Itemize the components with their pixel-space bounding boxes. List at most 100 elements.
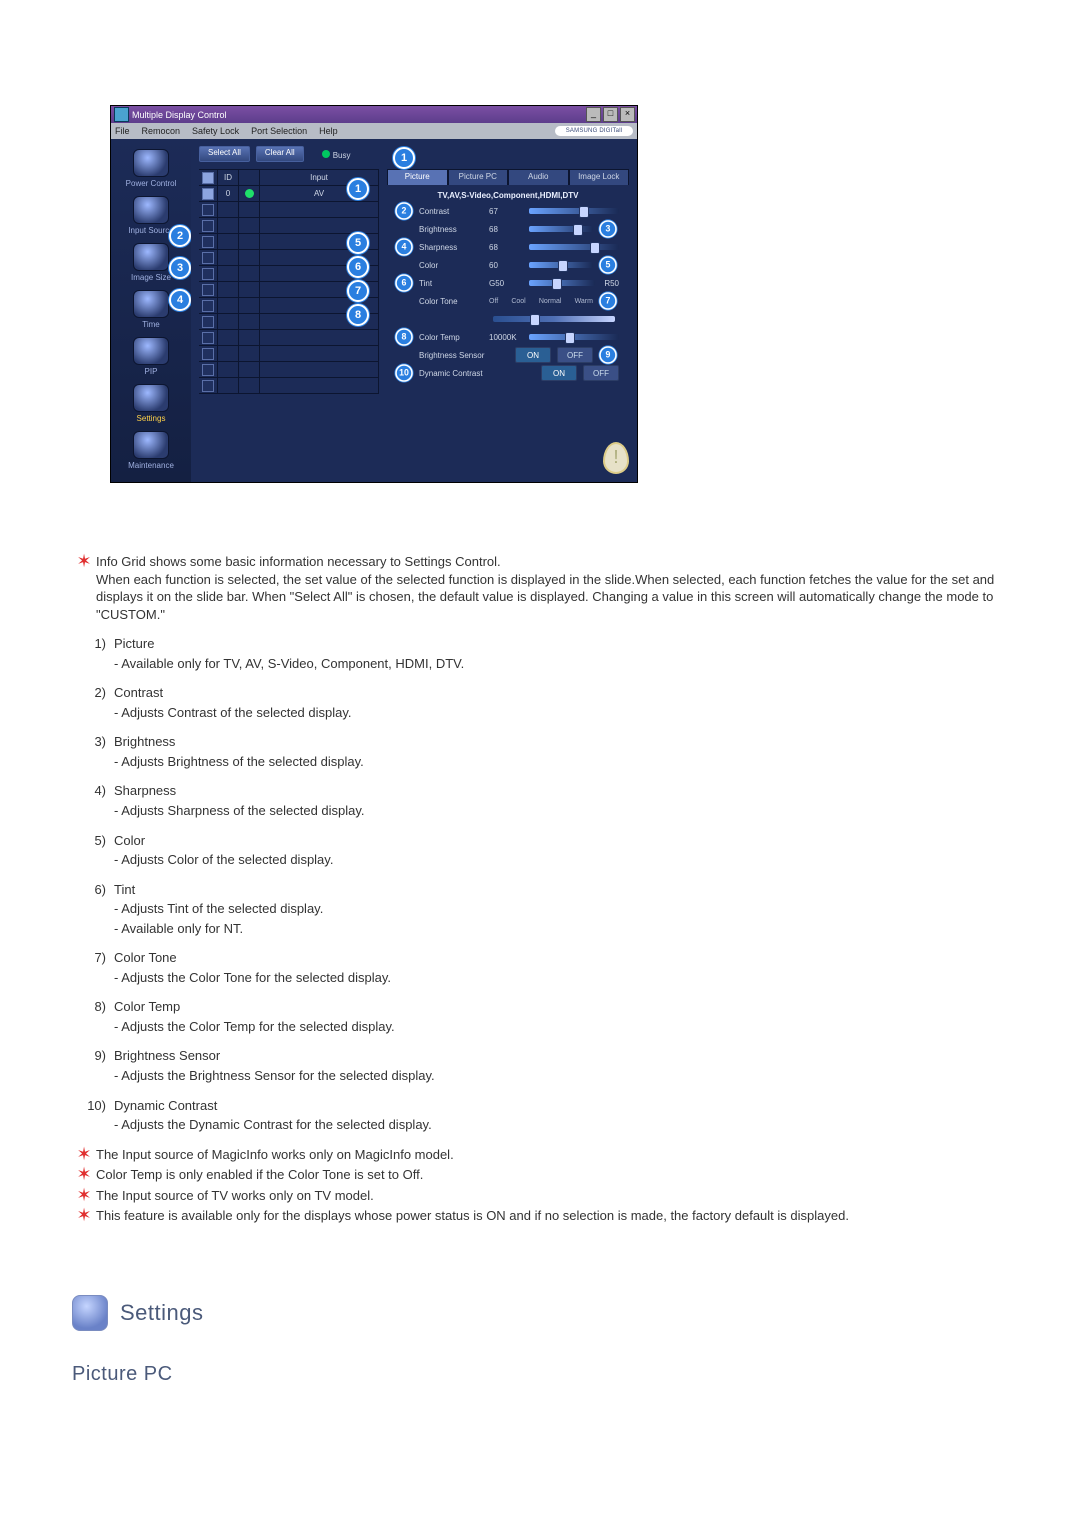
row-checkbox[interactable] [202, 268, 214, 280]
menu-safety-lock[interactable]: Safety Lock [192, 126, 239, 136]
power-icon [133, 149, 169, 177]
menu-remocon[interactable]: Remocon [142, 126, 181, 136]
grid-col-status [239, 170, 260, 185]
item-title: Sharpness [114, 782, 1008, 800]
item-title: Picture [114, 635, 1008, 653]
select-all-button[interactable]: Select All [199, 146, 250, 162]
tab-picture[interactable]: Picture [387, 169, 448, 185]
tab-image-lock[interactable]: Image Lock [569, 169, 630, 185]
item-detail: Adjusts Brightness of the selected displ… [114, 753, 1008, 771]
brightness-slider[interactable] [529, 226, 593, 232]
menu-file[interactable]: File [115, 126, 130, 136]
menu-port-selection[interactable]: Port Selection [251, 126, 307, 136]
maximize-button[interactable]: □ [603, 107, 618, 122]
list-item: 9)Brightness Sensor [72, 1047, 1008, 1065]
footnote: ✶This feature is available only for the … [72, 1207, 1008, 1225]
document-body: ✶ Info Grid shows some basic information… [72, 553, 1008, 1225]
select-all-checkbox[interactable] [202, 172, 214, 184]
footnote-text: The Input source of MagicInfo works only… [96, 1146, 1008, 1164]
grid-row[interactable] [199, 218, 379, 234]
item-detail: Available only for NT. [114, 920, 1008, 938]
color-slider[interactable] [529, 262, 593, 268]
color-tone-bar[interactable] [493, 316, 615, 322]
item-number: 1) [72, 635, 114, 653]
dynamic-contrast-row: 10 Dynamic Contrast ON OFF [387, 364, 629, 382]
sidebar-item-power-control[interactable]: Power Control [111, 149, 191, 188]
sidebar-item-maintenance[interactable]: Maintenance [111, 431, 191, 470]
item-number: 2) [72, 684, 114, 702]
color-temp-row: 8 Color Temp 10000K [387, 328, 629, 346]
callout-6-grid: 6 [347, 256, 369, 278]
list-item: 4)Sharpness [72, 782, 1008, 800]
grid-row[interactable] [199, 378, 379, 394]
tint-slider[interactable] [529, 280, 595, 286]
item-number: 9) [72, 1047, 114, 1065]
item-detail: Adjusts the Dynamic Contrast for the sel… [114, 1116, 1008, 1134]
dynamic-contrast-on[interactable]: ON [541, 365, 577, 381]
item-number: 10) [72, 1097, 114, 1115]
item-number: 6) [72, 881, 114, 899]
star-icon: ✶ [72, 1207, 96, 1223]
brightness-sensor-off[interactable]: OFF [557, 347, 593, 363]
item-title: Color Temp [114, 998, 1008, 1016]
tab-bar: Picture Picture PC Audio Image Lock [387, 169, 629, 185]
app-window: Multiple Display Control _ □ × File Remo… [110, 105, 638, 483]
panel-subhead: TV,AV,S-Video,Component,HDMI,DTV [387, 191, 629, 200]
callout-10: 10 [395, 364, 413, 382]
row-checkbox[interactable] [202, 252, 214, 264]
sidebar: Power Control Input Source Image Size Ti… [111, 139, 191, 482]
row-checkbox[interactable] [202, 300, 214, 312]
warning-icon [603, 442, 629, 474]
sidebar-item-pip[interactable]: PIP [111, 337, 191, 376]
minimize-button[interactable]: _ [586, 107, 601, 122]
row-checkbox[interactable] [202, 284, 214, 296]
grid-row[interactable] [199, 330, 379, 346]
grid-row[interactable] [199, 346, 379, 362]
window-controls: _ □ × [586, 107, 635, 122]
row-checkbox[interactable] [202, 332, 214, 344]
grid-row[interactable] [199, 362, 379, 378]
clear-all-button[interactable]: Clear All [256, 146, 304, 162]
list-item: 1)Picture [72, 635, 1008, 653]
row-checkbox[interactable] [202, 348, 214, 360]
callout-7-grid: 7 [347, 280, 369, 302]
callout-2-sidebar: 2 [169, 225, 191, 247]
item-detail: Adjusts the Brightness Sensor for the se… [114, 1067, 1008, 1085]
star-icon: ✶ [72, 1187, 96, 1203]
grid-col-id: ID [218, 170, 239, 185]
close-button[interactable]: × [620, 107, 635, 122]
row-checkbox[interactable] [202, 380, 214, 392]
settings-heading: Settings [72, 1295, 1008, 1331]
sharpness-slider[interactable] [529, 244, 619, 250]
footnote: ✶The Input source of MagicInfo works onl… [72, 1146, 1008, 1164]
slider-contrast: 2 Contrast 67 [387, 202, 629, 220]
list-item: 3)Brightness [72, 733, 1008, 751]
settings-heading-icon [72, 1295, 108, 1331]
dynamic-contrast-off[interactable]: OFF [583, 365, 619, 381]
row-checkbox[interactable] [202, 204, 214, 216]
row-checkbox[interactable] [202, 364, 214, 376]
contrast-slider[interactable] [529, 208, 619, 214]
row-checkbox[interactable] [202, 236, 214, 248]
tab-picture-pc[interactable]: Picture PC [448, 169, 509, 185]
callout-6: 6 [395, 274, 413, 292]
row-checkbox[interactable] [202, 188, 214, 200]
tab-audio[interactable]: Audio [508, 169, 569, 185]
intro-note: ✶ Info Grid shows some basic information… [72, 553, 1008, 623]
grid-row[interactable] [199, 202, 379, 218]
time-icon [133, 290, 169, 318]
callout-4-sidebar: 4 [169, 289, 191, 311]
row-checkbox[interactable] [202, 316, 214, 328]
color-tone-scale[interactable]: Off Cool Normal Warm [489, 298, 593, 305]
app-icon [114, 107, 129, 122]
list-item: 5)Color [72, 832, 1008, 850]
brightness-sensor-on[interactable]: ON [515, 347, 551, 363]
image-size-icon [133, 243, 169, 271]
sidebar-item-settings[interactable]: Settings [111, 384, 191, 423]
menu-help[interactable]: Help [319, 126, 338, 136]
slider-color: Color 60 5 [387, 256, 629, 274]
row-checkbox[interactable] [202, 220, 214, 232]
callout-3-sidebar: 3 [169, 257, 191, 279]
main-panel: Select All Clear All Busy ID Input [191, 139, 637, 482]
color-temp-slider[interactable] [529, 334, 619, 340]
